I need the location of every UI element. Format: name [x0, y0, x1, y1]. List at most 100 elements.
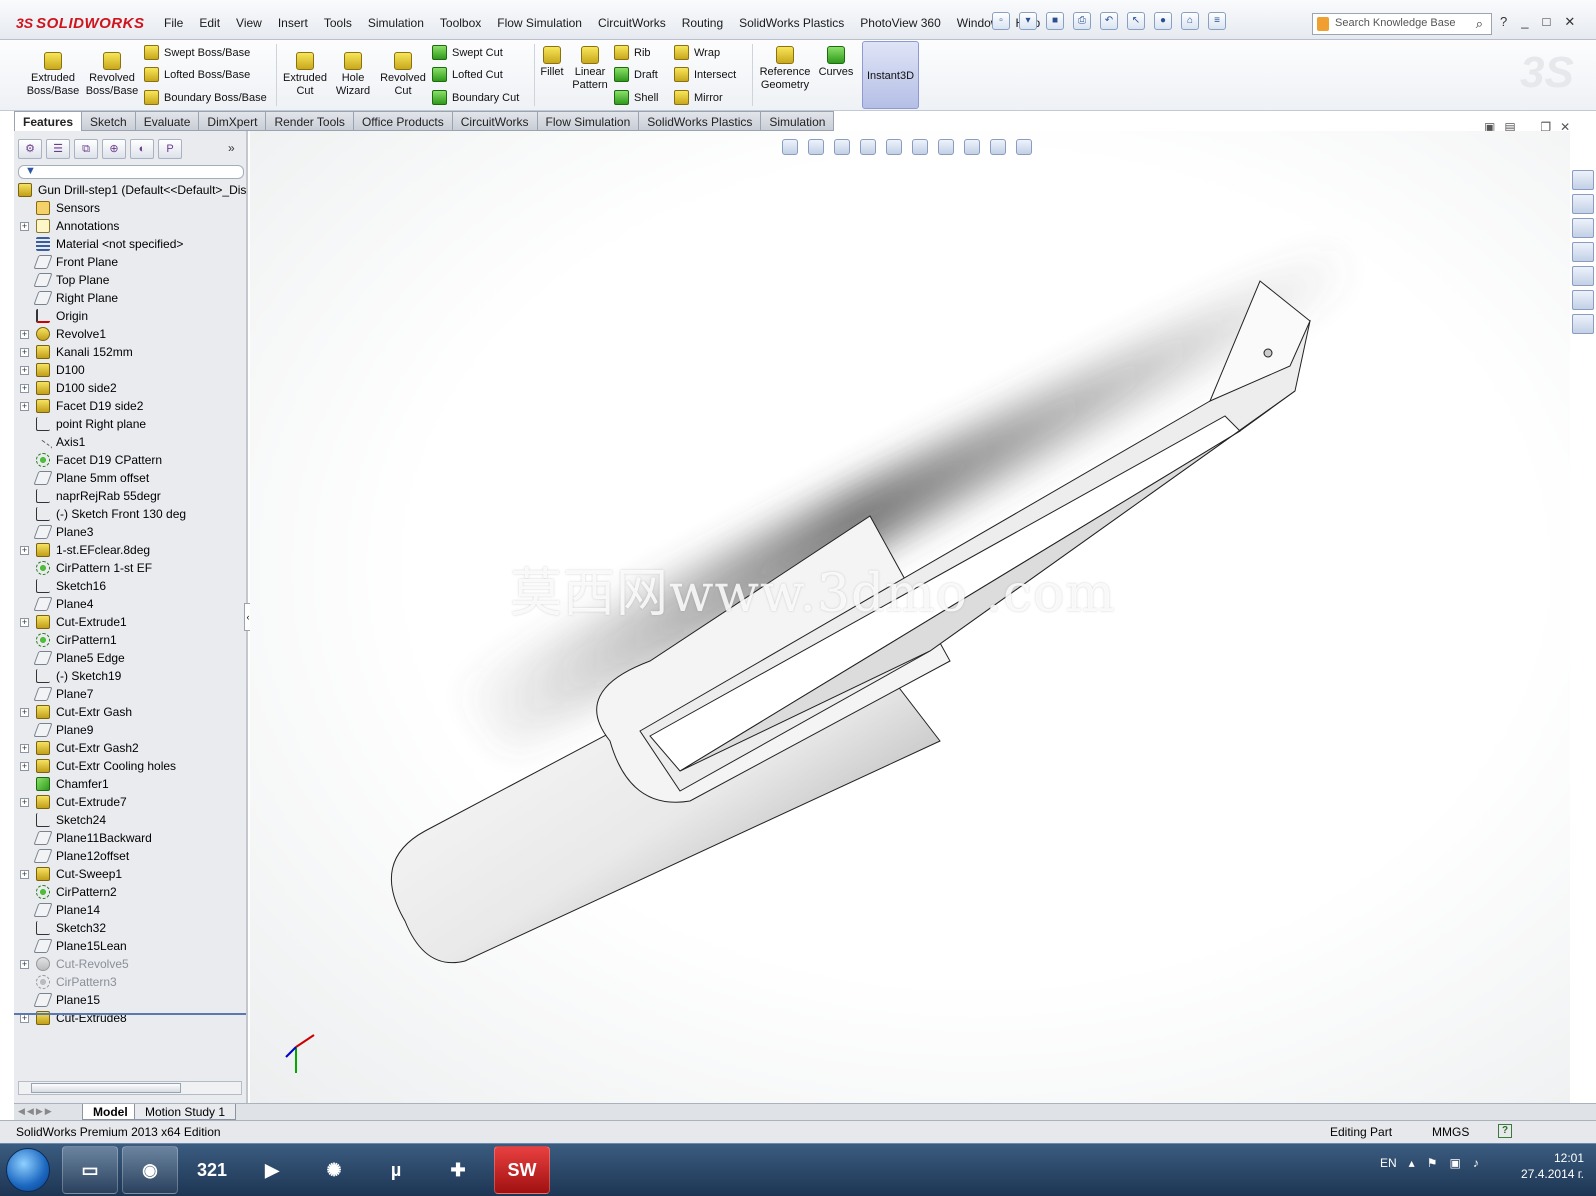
- tree-item[interactable]: point Right plane: [16, 415, 246, 433]
- tray-arrow-icon[interactable]: ▴: [1409, 1156, 1415, 1170]
- revolved-boss-button[interactable]: Revolved Boss/Base: [84, 52, 140, 98]
- swept-cut-button[interactable]: Swept Cut: [432, 45, 503, 60]
- tree-item[interactable]: + D100: [16, 361, 246, 379]
- menu-flow-simulation[interactable]: Flow Simulation: [489, 16, 590, 30]
- scrollbar-thumb[interactable]: [31, 1083, 181, 1093]
- forum-tab-icon[interactable]: [1572, 314, 1594, 334]
- tree-item[interactable]: Facet D19 CPattern: [16, 451, 246, 469]
- media-player-taskbar-icon[interactable]: ▶: [244, 1146, 300, 1194]
- more-tabs-chevron-icon[interactable]: »: [228, 141, 235, 155]
- open-folder-icon[interactable]: ▾: [1019, 12, 1037, 30]
- property-manager-tab-icon[interactable]: ☰: [46, 139, 70, 159]
- menu-photoview-360[interactable]: PhotoView 360: [852, 16, 949, 30]
- close-icon[interactable]: ✕: [1564, 14, 1575, 30]
- tree-item[interactable]: + Cut-Extr Gash: [16, 703, 246, 721]
- tab-office-products[interactable]: Office Products: [353, 111, 453, 131]
- boundary-boss-button[interactable]: Boundary Boss/Base: [144, 90, 267, 105]
- tree-item[interactable]: Plane15: [16, 991, 246, 1009]
- extruded-cut-button[interactable]: Extruded Cut: [280, 52, 330, 98]
- tree-item[interactable]: Sketch32: [16, 919, 246, 937]
- tab-simulation[interactable]: Simulation: [761, 111, 835, 131]
- menu-edit[interactable]: Edit: [191, 16, 228, 30]
- tree-item[interactable]: Plane15Lean: [16, 937, 246, 955]
- select-pointer-icon[interactable]: ↖: [1127, 12, 1145, 30]
- tab-render-tools[interactable]: Render Tools: [266, 111, 354, 131]
- tree-item[interactable]: + Kanali 152mm: [16, 343, 246, 361]
- resources-tab-icon[interactable]: [1572, 170, 1594, 190]
- explorer-taskbar-icon[interactable]: ▭: [62, 1146, 118, 1194]
- configuration-manager-tab-icon[interactable]: ⧉: [74, 139, 98, 159]
- tree-root[interactable]: Gun Drill-step1 (Default<<Default>_Dis: [16, 181, 246, 199]
- rebuild-icon[interactable]: ●: [1154, 12, 1172, 30]
- fillet-button[interactable]: Fillet: [538, 46, 566, 79]
- expand-icon[interactable]: +: [20, 618, 29, 627]
- search-icon[interactable]: ⌕: [1476, 16, 1483, 32]
- tree-item[interactable]: CirPattern 1-st EF: [16, 559, 246, 577]
- curves-button[interactable]: Curves: [816, 46, 856, 79]
- minimize-icon[interactable]: _: [1521, 14, 1528, 30]
- file-explorer-tab-icon[interactable]: [1572, 218, 1594, 238]
- menu-simulation[interactable]: Simulation: [360, 16, 432, 30]
- tree-item[interactable]: + Cut-Extr Cooling holes: [16, 757, 246, 775]
- search-knowledge-base-input[interactable]: Search Knowledge Base ⌕: [1312, 13, 1492, 35]
- language-flag-taskbar-icon[interactable]: ✚: [430, 1146, 486, 1194]
- feature-tree-tab-icon[interactable]: ⚙: [18, 139, 42, 159]
- tree-item[interactable]: Sensors: [16, 199, 246, 217]
- menu-view[interactable]: View: [228, 16, 270, 30]
- clock[interactable]: 12:01 27.4.2014 г.: [1510, 1150, 1584, 1182]
- appearances-tab-icon[interactable]: [1572, 266, 1594, 286]
- tab-evaluate[interactable]: Evaluate: [135, 111, 200, 131]
- lofted-cut-button[interactable]: Lofted Cut: [432, 67, 503, 82]
- draft-button[interactable]: Draft: [614, 67, 658, 82]
- tab-dimxpert[interactable]: DimXpert: [199, 111, 267, 131]
- expand-icon[interactable]: +: [20, 402, 29, 411]
- shell-button[interactable]: Shell: [614, 90, 658, 105]
- tab-flow-simulation[interactable]: Flow Simulation: [537, 111, 640, 131]
- tree-item[interactable]: CirPattern3: [16, 973, 246, 991]
- tree-item[interactable]: Plane14: [16, 901, 246, 919]
- tab-circuitworks[interactable]: CircuitWorks: [452, 111, 538, 131]
- tree-filter-input[interactable]: ▼: [18, 165, 244, 179]
- tree-item[interactable]: Plane9: [16, 721, 246, 739]
- mirror-button[interactable]: Mirror: [674, 90, 723, 105]
- expand-icon[interactable]: +: [20, 870, 29, 879]
- display-manager-tab-icon[interactable]: ◐: [130, 139, 154, 159]
- undo-icon[interactable]: ↶: [1100, 12, 1118, 30]
- solidworks-taskbar-icon[interactable]: SW: [494, 1146, 550, 1194]
- tree-item[interactable]: + D100 side2: [16, 379, 246, 397]
- tree-item[interactable]: + Revolve1: [16, 325, 246, 343]
- tree-item[interactable]: + Cut-Revolve5: [16, 955, 246, 973]
- utorrent-taskbar-icon[interactable]: µ: [368, 1146, 424, 1194]
- options-icon[interactable]: ≡: [1208, 12, 1226, 30]
- solidworks-logo[interactable]: 3S SOLIDWORKS: [16, 12, 148, 34]
- tree-item[interactable]: Plane 5mm offset: [16, 469, 246, 487]
- file-properties-icon[interactable]: ⌂: [1181, 12, 1199, 30]
- start-button-icon[interactable]: [6, 1148, 50, 1192]
- tab-sketch[interactable]: Sketch: [82, 111, 136, 131]
- linear-pattern-button[interactable]: Linear Pattern: [568, 46, 612, 92]
- intersect-button[interactable]: Intersect: [674, 67, 736, 82]
- expand-icon[interactable]: +: [20, 366, 29, 375]
- plastics-tab-icon[interactable]: P: [158, 139, 182, 159]
- extruded-boss-button[interactable]: Extruded Boss/Base: [26, 52, 80, 98]
- menu-circuitworks[interactable]: CircuitWorks: [590, 16, 674, 30]
- language-indicator[interactable]: EN: [1380, 1156, 1397, 1170]
- app-taskbar-icon[interactable]: ✺: [306, 1146, 362, 1194]
- new-document-icon[interactable]: ▫: [992, 12, 1010, 30]
- tree-item[interactable]: + Cut-Extrude8: [16, 1009, 246, 1027]
- tree-item[interactable]: + Cut-Extrude7: [16, 793, 246, 811]
- tree-item[interactable]: + Cut-Extr Gash2: [16, 739, 246, 757]
- tree-item[interactable]: naprRejRab 55degr: [16, 487, 246, 505]
- boundary-cut-button[interactable]: Boundary Cut: [432, 90, 519, 105]
- tree-item[interactable]: + Cut-Extrude1: [16, 613, 246, 631]
- tree-item[interactable]: Origin: [16, 307, 246, 325]
- expand-icon[interactable]: +: [20, 330, 29, 339]
- expand-icon[interactable]: +: [20, 222, 29, 231]
- expand-icon[interactable]: +: [20, 348, 29, 357]
- menu-solidworks-plastics[interactable]: SolidWorks Plastics: [731, 16, 852, 30]
- menu-routing[interactable]: Routing: [674, 16, 731, 30]
- wrap-button[interactable]: Wrap: [674, 45, 720, 60]
- tree-item[interactable]: Plane12offset: [16, 847, 246, 865]
- tree-item[interactable]: Plane4: [16, 595, 246, 613]
- menu-tools[interactable]: Tools: [316, 16, 360, 30]
